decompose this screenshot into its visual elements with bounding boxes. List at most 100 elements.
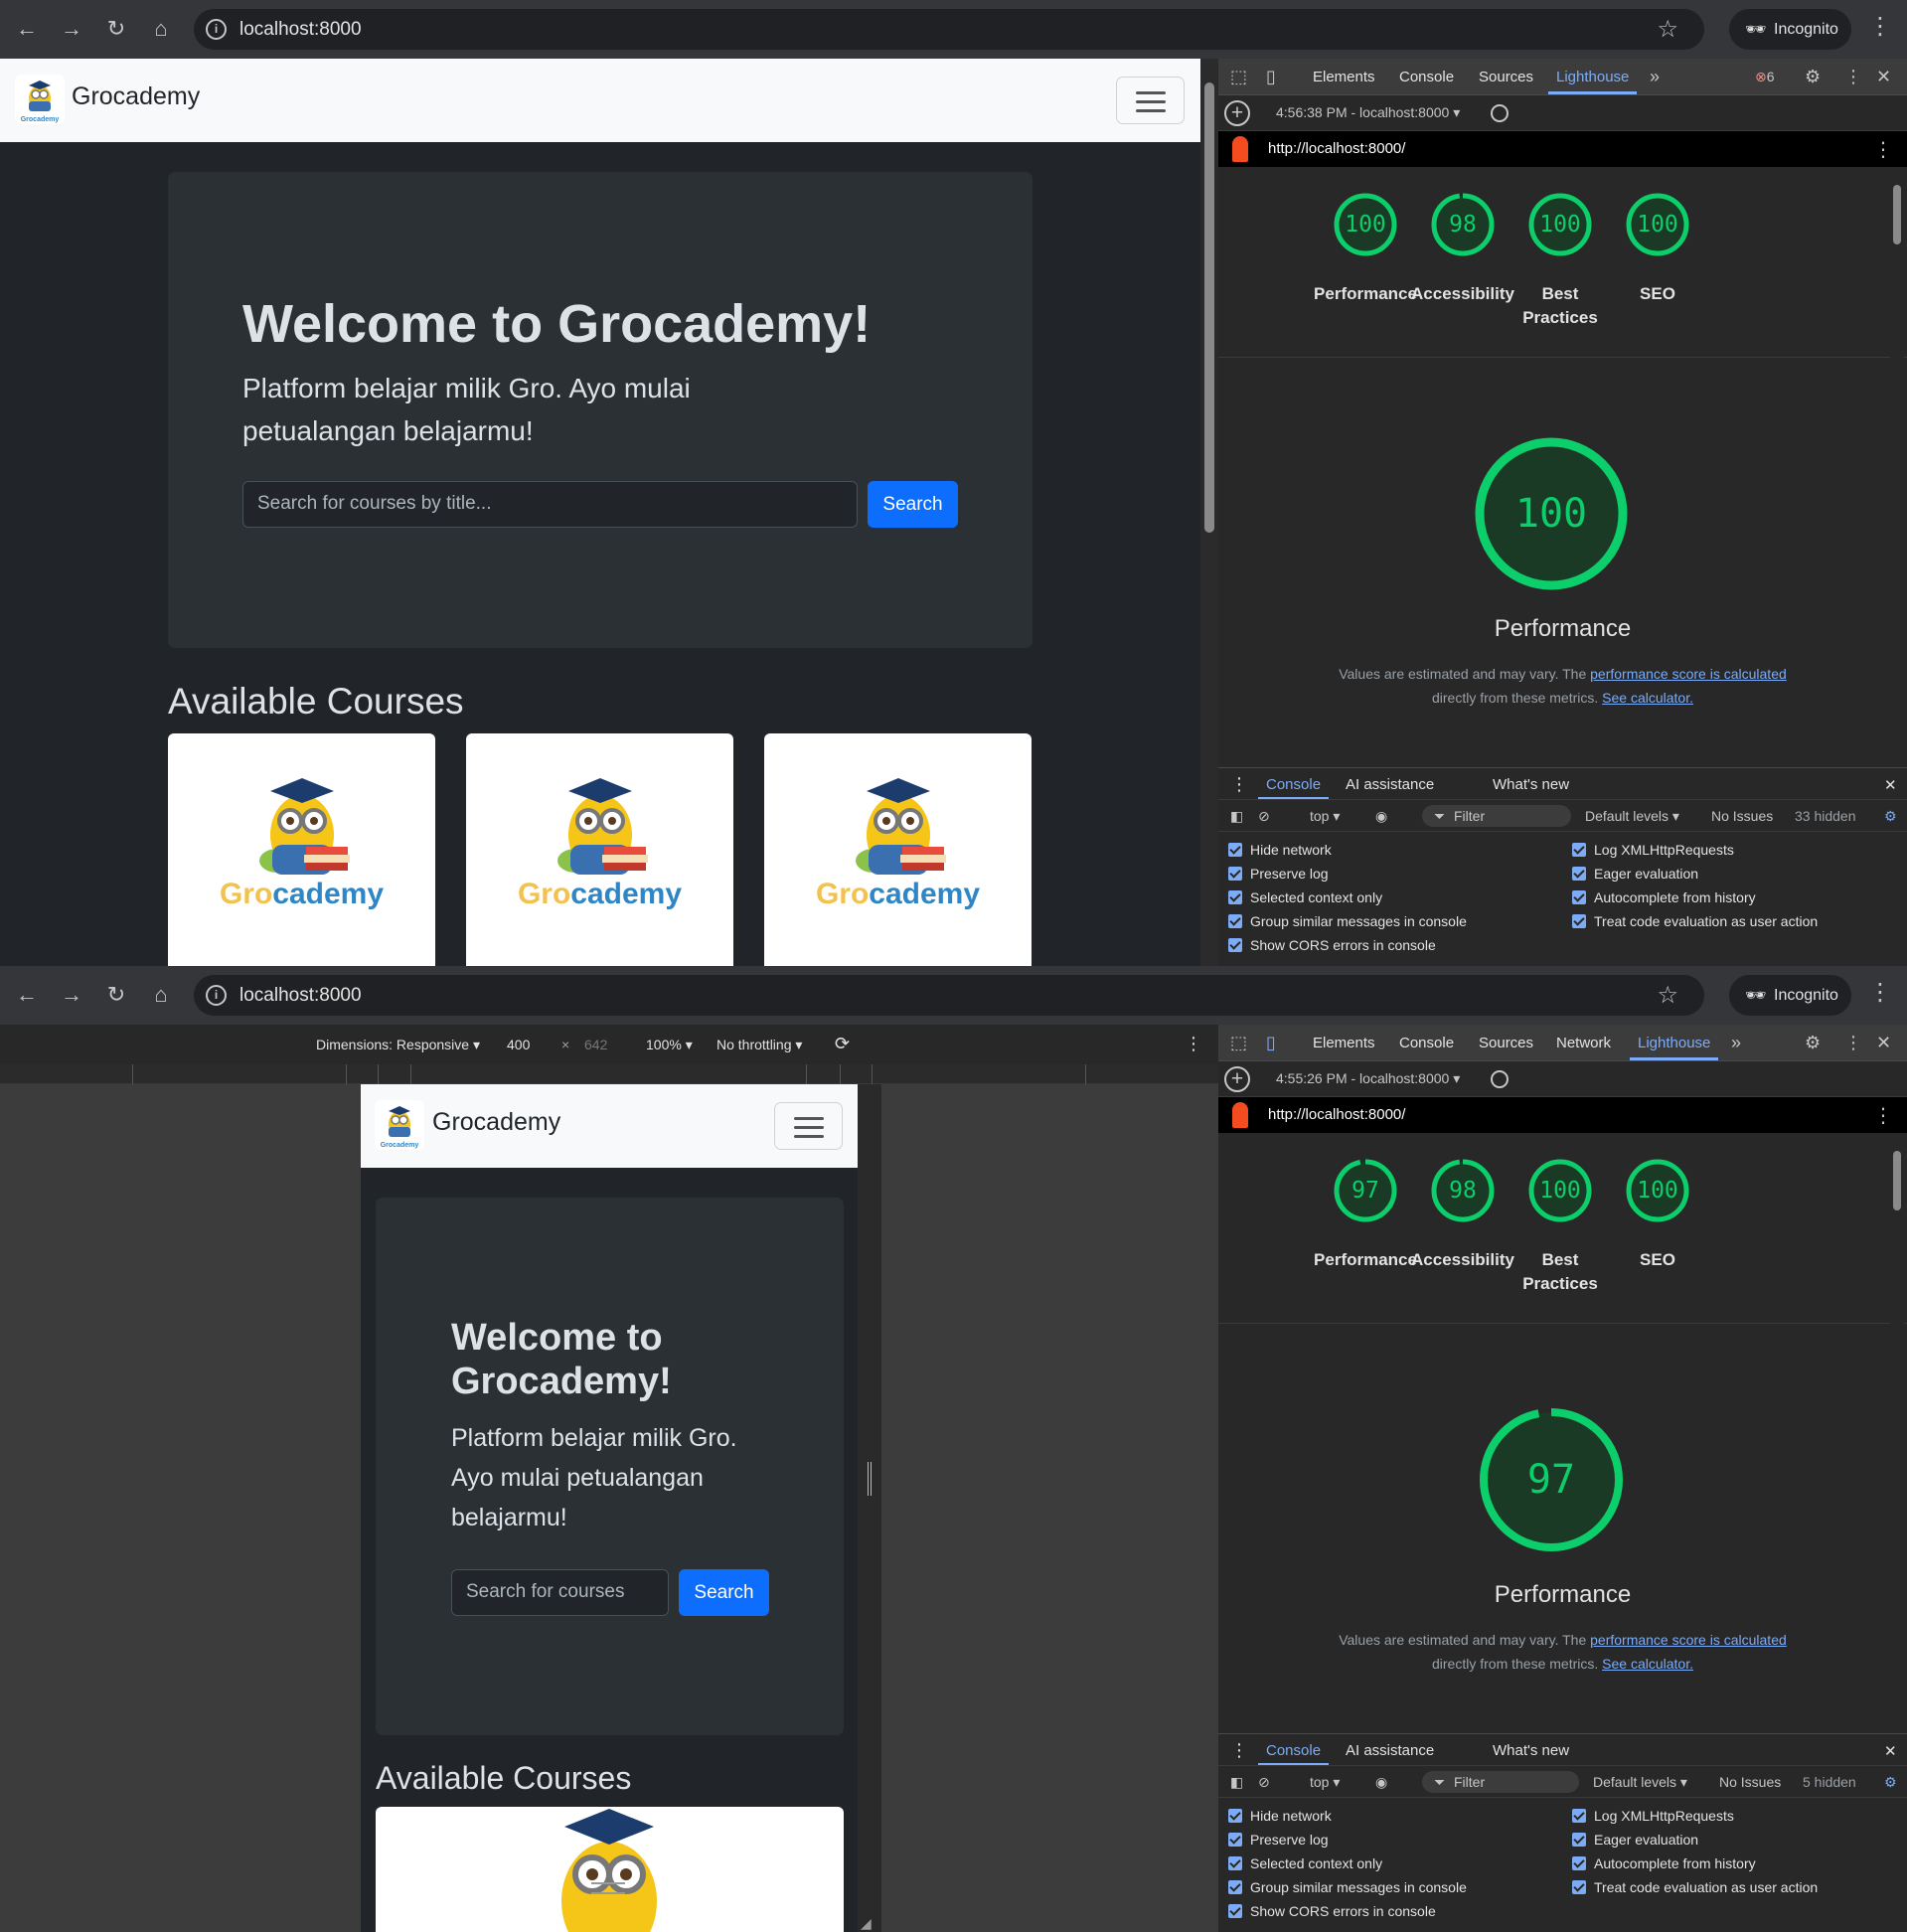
clear-console-icon[interactable]: ⊘ bbox=[1258, 1774, 1270, 1791]
search-input[interactable]: Search for courses bbox=[451, 1569, 669, 1616]
back-icon[interactable]: ← bbox=[10, 978, 44, 1012]
checkbox[interactable] bbox=[1572, 890, 1586, 904]
option-log-xhr[interactable]: Log XMLHttpRequests bbox=[1572, 1808, 1734, 1824]
checkbox[interactable] bbox=[1228, 1880, 1242, 1894]
address-url[interactable]: localhost:8000 bbox=[239, 985, 362, 1007]
issues-button[interactable]: No Issues bbox=[1711, 808, 1773, 824]
more-tabs-icon[interactable]: » bbox=[1731, 1033, 1741, 1053]
inspect-element-icon[interactable]: ⬚ bbox=[1230, 1033, 1247, 1053]
home-icon[interactable]: ⌂ bbox=[144, 978, 178, 1012]
tab-sources[interactable]: Sources bbox=[1479, 69, 1533, 85]
height-input[interactable]: 642 bbox=[584, 1037, 607, 1052]
scrollbar-thumb[interactable] bbox=[1204, 82, 1214, 533]
throttling-dropdown[interactable]: No throttling ▾ bbox=[716, 1037, 802, 1053]
checkbox[interactable] bbox=[1228, 1833, 1242, 1847]
option-group-similar[interactable]: Group similar messages in console bbox=[1228, 913, 1467, 929]
resize-handle-bottom[interactable] bbox=[591, 1882, 625, 1894]
clear-reports-icon[interactable] bbox=[1491, 1070, 1509, 1088]
address-bar[interactable]: i localhost:8000 ☆ bbox=[194, 975, 1704, 1016]
report-selector[interactable]: 4:56:38 PM - localhost:8000 ▾ bbox=[1276, 104, 1460, 121]
lighthouse-scrollbar[interactable] bbox=[1890, 167, 1904, 767]
zoom-dropdown[interactable]: 100% ▾ bbox=[646, 1037, 693, 1053]
checkbox[interactable] bbox=[1572, 1856, 1586, 1870]
error-count-badge[interactable]: ⊗6 bbox=[1755, 69, 1775, 85]
new-report-icon[interactable]: + bbox=[1224, 100, 1250, 126]
home-icon[interactable]: ⌂ bbox=[144, 12, 178, 46]
scrollbar-thumb[interactable] bbox=[1893, 1151, 1901, 1210]
close-devtools-icon[interactable]: ✕ bbox=[1876, 1033, 1891, 1053]
browser-menu-icon[interactable]: ⋮ bbox=[1868, 981, 1892, 1005]
checkbox[interactable] bbox=[1228, 1809, 1242, 1823]
checkbox[interactable] bbox=[1572, 843, 1586, 857]
forward-icon[interactable]: → bbox=[55, 978, 88, 1012]
live-expression-eye-icon[interactable]: ◉ bbox=[1375, 1774, 1387, 1791]
option-treat-user-action[interactable]: Treat code evaluation as user action bbox=[1572, 1879, 1818, 1895]
tab-lighthouse[interactable]: Lighthouse bbox=[1629, 1035, 1719, 1060]
drawer-tab-ai-assistance[interactable]: AI assistance bbox=[1346, 1742, 1434, 1759]
option-preserve-log[interactable]: Preserve log bbox=[1228, 1832, 1329, 1848]
settings-gear-icon[interactable]: ⚙ bbox=[1805, 67, 1821, 87]
checkbox[interactable] bbox=[1228, 938, 1242, 952]
option-eager-eval[interactable]: Eager evaluation bbox=[1572, 1832, 1698, 1848]
option-cors-errors[interactable]: Show CORS errors in console bbox=[1228, 937, 1436, 953]
search-button[interactable]: Search bbox=[868, 481, 958, 528]
close-drawer-icon[interactable]: ✕ bbox=[1884, 776, 1897, 794]
see-calculator-link[interactable]: See calculator. bbox=[1602, 1656, 1693, 1672]
option-hide-network[interactable]: Hide network bbox=[1228, 842, 1332, 858]
sidebar-toggle-icon[interactable]: ◧ bbox=[1230, 808, 1243, 825]
incognito-badge[interactable]: 🕶 Incognito bbox=[1729, 975, 1851, 1016]
console-settings-gear-icon[interactable]: ⚙ bbox=[1884, 808, 1897, 825]
site-logo[interactable]: Grocademy bbox=[375, 1100, 424, 1150]
drawer-tab-console[interactable]: Console bbox=[1257, 1742, 1330, 1765]
address-url[interactable]: localhost:8000 bbox=[239, 19, 362, 41]
checkbox[interactable] bbox=[1228, 1904, 1242, 1918]
course-card[interactable]: Grocademy bbox=[764, 733, 1032, 966]
checkbox[interactable] bbox=[1572, 1833, 1586, 1847]
settings-gear-icon[interactable]: ⚙ bbox=[1805, 1033, 1821, 1053]
new-report-icon[interactable]: + bbox=[1224, 1066, 1250, 1092]
forward-icon[interactable]: → bbox=[55, 12, 88, 46]
device-toolbar-menu-icon[interactable]: ⋮ bbox=[1185, 1034, 1202, 1054]
close-drawer-icon[interactable]: ✕ bbox=[1884, 1742, 1897, 1760]
log-levels-dropdown[interactable]: Default levels ▾ bbox=[1593, 1774, 1687, 1791]
option-autocomplete[interactable]: Autocomplete from history bbox=[1572, 889, 1756, 905]
option-cors-errors[interactable]: Show CORS errors in console bbox=[1228, 1903, 1436, 1919]
log-levels-dropdown[interactable]: Default levels ▾ bbox=[1585, 808, 1679, 825]
score-gauge-performance[interactable]: 100 bbox=[1333, 192, 1398, 257]
tab-console[interactable]: Console bbox=[1399, 1035, 1454, 1051]
report-menu-icon[interactable]: ⋮ bbox=[1873, 137, 1893, 162]
brand-name[interactable]: Grocademy bbox=[72, 82, 200, 111]
clear-console-icon[interactable]: ⊘ bbox=[1258, 808, 1270, 825]
checkbox[interactable] bbox=[1572, 914, 1586, 928]
resize-corner-icon[interactable]: ◢ bbox=[861, 1915, 872, 1932]
option-autocomplete[interactable]: Autocomplete from history bbox=[1572, 1855, 1756, 1871]
option-group-similar[interactable]: Group similar messages in console bbox=[1228, 1879, 1467, 1895]
option-selected-context[interactable]: Selected context only bbox=[1228, 889, 1382, 905]
page-scrollbar[interactable] bbox=[1200, 59, 1218, 966]
clear-reports-icon[interactable] bbox=[1491, 104, 1509, 122]
inspect-element-icon[interactable]: ⬚ bbox=[1230, 67, 1247, 87]
scrollbar-thumb[interactable] bbox=[1893, 185, 1901, 244]
option-hide-network[interactable]: Hide network bbox=[1228, 1808, 1332, 1824]
score-gauge-performance[interactable]: 97 bbox=[1333, 1158, 1398, 1223]
context-selector[interactable]: top ▾ bbox=[1310, 1774, 1340, 1791]
site-logo[interactable]: Grocademy bbox=[15, 75, 65, 124]
checkbox[interactable] bbox=[1228, 1856, 1242, 1870]
checkbox[interactable] bbox=[1228, 843, 1242, 857]
console-settings-gear-icon[interactable]: ⚙ bbox=[1884, 1774, 1897, 1791]
report-selector[interactable]: 4:55:26 PM - localhost:8000 ▾ bbox=[1276, 1070, 1460, 1087]
search-input[interactable]: Search for courses by title... bbox=[242, 481, 858, 528]
score-gauge-best-practices[interactable]: 100 bbox=[1527, 192, 1593, 257]
site-info-icon[interactable]: i bbox=[206, 985, 227, 1006]
address-bar[interactable]: i localhost:8000 ☆ bbox=[194, 9, 1704, 50]
incognito-badge[interactable]: 🕶 Incognito bbox=[1729, 9, 1851, 50]
resize-handle-right[interactable] bbox=[868, 1462, 872, 1496]
option-treat-user-action[interactable]: Treat code evaluation as user action bbox=[1572, 913, 1818, 929]
devtools-menu-icon[interactable]: ⋮ bbox=[1844, 1033, 1862, 1053]
course-card[interactable]: Grocademy bbox=[466, 733, 733, 966]
drawer-tab-whats-new[interactable]: What's new bbox=[1493, 776, 1569, 793]
console-filter-input[interactable]: ⏷ Filter bbox=[1422, 805, 1571, 827]
dimensions-dropdown[interactable]: Dimensions: Responsive ▾ bbox=[316, 1037, 480, 1053]
device-toolbar-icon[interactable]: ▯ bbox=[1266, 67, 1276, 87]
bookmark-star-icon[interactable]: ☆ bbox=[1657, 981, 1678, 1010]
